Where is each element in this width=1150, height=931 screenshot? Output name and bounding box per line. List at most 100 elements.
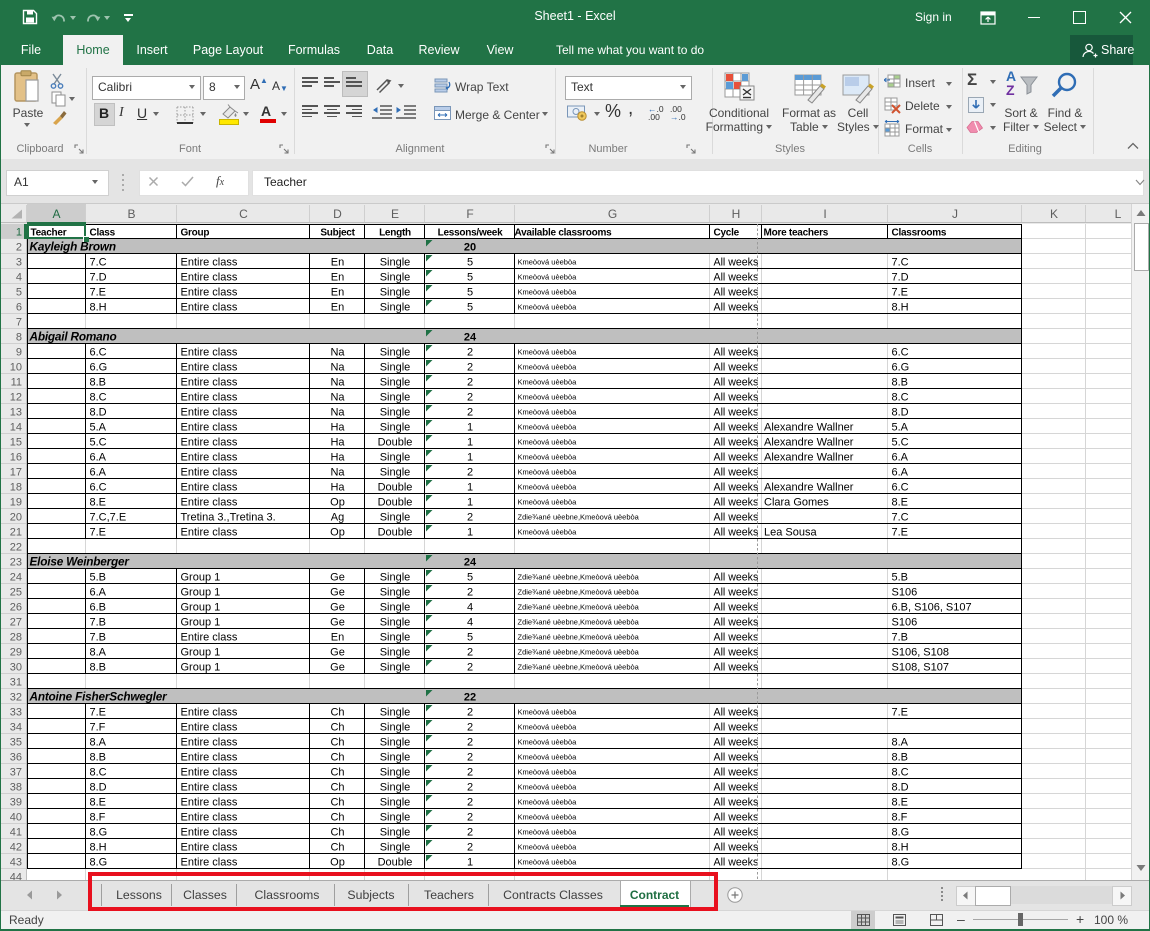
svg-text:1: 1: [467, 482, 473, 494]
svg-text:Ha: Ha: [330, 452, 345, 464]
svg-text:6.A: 6.A: [892, 452, 909, 464]
svg-text:Kmeòová uèebòa: Kmeòová uèebòa: [518, 362, 578, 371]
svg-text:24: 24: [10, 572, 22, 584]
svg-text:2: 2: [467, 707, 473, 719]
svg-text:Kmeòová uèebòa: Kmeòová uèebòa: [518, 287, 578, 296]
svg-text:Ch: Ch: [330, 812, 344, 824]
svg-text:Entire class: Entire class: [181, 452, 238, 464]
svg-text:5: 5: [467, 257, 473, 269]
svg-text:Single: Single: [380, 782, 411, 794]
svg-text:11: 11: [11, 377, 22, 389]
svg-text:2: 2: [467, 782, 473, 794]
svg-text:Entire class: Entire class: [181, 632, 238, 644]
svg-text:5.A: 5.A: [892, 422, 909, 434]
svg-text:Single: Single: [380, 722, 411, 734]
svg-text:Entire class: Entire class: [181, 782, 238, 794]
svg-text:19: 19: [10, 497, 22, 509]
svg-text:20: 20: [464, 242, 476, 254]
svg-text:7: 7: [16, 317, 22, 329]
svg-text:Zdie¾ané uèebne,Kmeòová uèebòa: Zdie¾ané uèebne,Kmeòová uèebòa: [518, 647, 640, 656]
svg-text:8.H: 8.H: [892, 842, 909, 854]
svg-text:1: 1: [467, 497, 473, 509]
svg-text:21: 21: [10, 527, 22, 539]
svg-text:Single: Single: [380, 752, 411, 764]
svg-text:Kmeòová uèebòa: Kmeòová uèebòa: [518, 527, 578, 536]
svg-text:Single: Single: [380, 797, 411, 809]
svg-text:24: 24: [464, 332, 477, 344]
svg-text:24: 24: [464, 557, 477, 569]
svg-text:2: 2: [467, 812, 473, 824]
svg-text:18: 18: [10, 482, 22, 494]
svg-text:Ch: Ch: [330, 722, 344, 734]
svg-text:Group 1: Group 1: [181, 572, 221, 584]
svg-text:2: 2: [467, 467, 473, 479]
svg-text:E: E: [391, 207, 399, 221]
svg-text:1: 1: [467, 422, 473, 434]
svg-text:8.H: 8.H: [892, 302, 909, 314]
svg-text:Na: Na: [330, 377, 345, 389]
svg-text:1: 1: [467, 527, 473, 539]
svg-text:Zdie¾ané uèebne,Kmeòová uèebòa: Zdie¾ané uèebne,Kmeòová uèebòa: [518, 512, 640, 521]
svg-text:7.E: 7.E: [892, 287, 909, 299]
svg-text:8.C: 8.C: [90, 392, 107, 404]
svg-text:Ch: Ch: [330, 827, 344, 839]
svg-text:Abigail Romano: Abigail Romano: [29, 330, 117, 344]
svg-text:Ge: Ge: [330, 587, 345, 599]
svg-text:Kmeòová uèebòa: Kmeòová uèebòa: [518, 767, 578, 776]
svg-text:8.B: 8.B: [90, 662, 107, 674]
svg-text:7.B: 7.B: [90, 632, 107, 644]
svg-text:B: B: [127, 207, 135, 221]
svg-text:More teachers: More teachers: [764, 228, 829, 239]
svg-text:Entire class: Entire class: [181, 272, 238, 284]
svg-text:Single: Single: [380, 392, 411, 404]
svg-text:8.H: 8.H: [90, 302, 107, 314]
svg-text:8.G: 8.G: [90, 857, 108, 869]
svg-text:S108, S107: S108, S107: [892, 662, 950, 674]
svg-text:Na: Na: [330, 407, 345, 419]
svg-text:37: 37: [10, 767, 22, 779]
svg-text:22: 22: [10, 542, 22, 554]
svg-text:All weeks: All weeks: [714, 842, 759, 854]
svg-text:8.B: 8.B: [892, 752, 909, 764]
svg-text:6.C: 6.C: [90, 482, 107, 494]
svg-text:9: 9: [16, 347, 22, 359]
svg-text:C: C: [239, 207, 248, 221]
svg-text:Kmeòová uèebòa: Kmeòová uèebòa: [518, 857, 578, 866]
svg-text:6: 6: [16, 302, 22, 314]
svg-text:All weeks: All weeks: [714, 602, 759, 614]
svg-text:Cycle: Cycle: [714, 228, 740, 239]
svg-text:Kmeòová uèebòa: Kmeòová uèebòa: [518, 392, 578, 401]
svg-text:Ch: Ch: [330, 767, 344, 779]
svg-text:Kmeòová uèebòa: Kmeòová uèebòa: [518, 272, 578, 281]
svg-text:42: 42: [10, 842, 22, 854]
svg-text:Ch: Ch: [330, 797, 344, 809]
svg-text:All weeks: All weeks: [714, 647, 759, 659]
svg-text:Entire class: Entire class: [181, 482, 238, 494]
svg-text:13: 13: [10, 407, 22, 419]
svg-text:14: 14: [10, 422, 22, 434]
svg-text:Entire class: Entire class: [181, 842, 238, 854]
svg-text:All weeks: All weeks: [714, 272, 759, 284]
svg-text:8.C: 8.C: [90, 767, 107, 779]
svg-text:Ha: Ha: [330, 422, 345, 434]
svg-text:22: 22: [464, 692, 476, 704]
svg-text:Op: Op: [330, 527, 345, 539]
svg-text:Single: Single: [380, 512, 411, 524]
svg-text:S106: S106: [892, 587, 918, 599]
svg-text:8: 8: [16, 332, 22, 344]
svg-text:Single: Single: [380, 347, 411, 359]
svg-text:8.D: 8.D: [90, 782, 107, 794]
svg-text:33: 33: [10, 707, 22, 719]
svg-text:Single: Single: [380, 302, 411, 314]
svg-text:Ha: Ha: [330, 482, 345, 494]
svg-text:All weeks: All weeks: [714, 482, 759, 494]
svg-text:Single: Single: [380, 602, 411, 614]
svg-text:Kmeòová uèebòa: Kmeòová uèebòa: [518, 797, 578, 806]
svg-text:6.C: 6.C: [90, 347, 107, 359]
svg-text:L: L: [1115, 207, 1122, 221]
svg-text:8.E: 8.E: [90, 797, 107, 809]
svg-text:Double: Double: [378, 857, 413, 869]
svg-text:6.C: 6.C: [892, 347, 909, 359]
svg-text:Single: Single: [380, 812, 411, 824]
svg-text:Entire class: Entire class: [181, 467, 238, 479]
